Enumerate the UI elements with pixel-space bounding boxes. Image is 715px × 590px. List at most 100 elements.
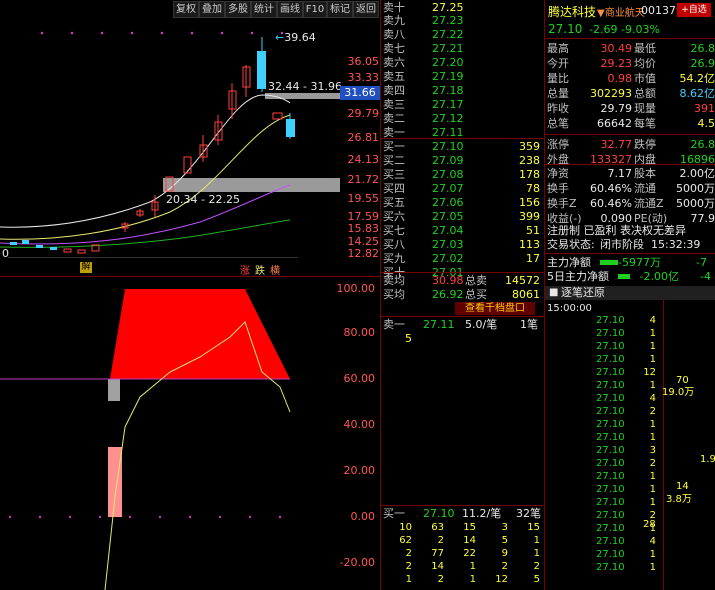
- quote-label: 总额: [634, 87, 656, 100]
- quote-divider-4: [545, 253, 715, 254]
- buy-queue-cell: 2: [405, 548, 412, 559]
- toolbar-button-huaxian[interactable]: 画线: [277, 1, 303, 18]
- event-marker-heng[interactable]: 横: [270, 262, 280, 277]
- quote-value: 26.8: [690, 138, 715, 151]
- tick-price: 27.10: [596, 406, 625, 417]
- view-depth-button[interactable]: 查看千档盘口: [455, 302, 535, 315]
- quote-label: 总量: [547, 87, 569, 100]
- tick-volume: 1: [649, 419, 656, 430]
- quote-value: 26.9: [690, 57, 715, 70]
- main-flow-value: -5977万: [618, 256, 661, 269]
- tick-volume: 1: [649, 562, 656, 573]
- quote-value: 30.49: [600, 42, 633, 55]
- quote-value: 26.8: [690, 42, 715, 55]
- tick-volume: 1: [649, 341, 656, 352]
- buy-queue-cell: 3: [501, 522, 508, 533]
- tick-volume: 12: [643, 367, 656, 378]
- stock-name[interactable]: 腾达科技: [548, 3, 596, 20]
- panel-divider-1: [380, 0, 381, 590]
- quote-value: 8.62亿: [679, 87, 715, 100]
- tick-big-amount-3: 1.9万: [700, 454, 715, 465]
- ma-line-yellow: [0, 114, 291, 240]
- event-marker-die[interactable]: 跌: [255, 262, 265, 277]
- tick-price: 27.10: [596, 341, 625, 352]
- buy-queue-cell: 5: [501, 535, 508, 546]
- main-flow-label: 主力净额: [547, 256, 591, 269]
- bid-avg-divider: [381, 272, 544, 273]
- quote-value: 302293: [590, 87, 632, 100]
- tick-price: 27.10: [596, 562, 625, 573]
- add-watchlist-button[interactable]: +自选: [677, 3, 711, 17]
- buy-queue-cell: 15: [463, 522, 476, 533]
- buy-queue-cell: 14: [463, 535, 476, 546]
- tick-title[interactable]: 逐笔还原: [561, 286, 605, 300]
- tick-price: 27.10: [596, 432, 625, 443]
- event-marker-jie[interactable]: 解: [80, 262, 92, 273]
- volume-strip: [8, 257, 298, 258]
- main-flow-5d-extra: -4: [700, 270, 711, 283]
- buy-queue-cell: 2: [501, 561, 508, 572]
- quote-value: 29.79: [600, 102, 633, 115]
- toolbar-button-fuquan[interactable]: 复权: [173, 1, 199, 18]
- kline-chart[interactable]: [0, 17, 380, 277]
- buy-queue-label: 买一: [383, 507, 405, 520]
- tick-volume: 4: [649, 393, 656, 404]
- buy-queue-cell: 14: [431, 561, 444, 572]
- buy-queue-cell: 1: [533, 535, 540, 546]
- buy-queue-cell: 1: [405, 574, 412, 585]
- tick-volume: 1: [649, 380, 656, 391]
- trade-status-label: 交易状态:: [547, 238, 595, 251]
- tick-volume: 4: [649, 536, 656, 547]
- indicator-chart[interactable]: [0, 277, 380, 590]
- quote-value: 391: [694, 102, 715, 115]
- registration-info: 注册制 已盈利 表决权无差异: [547, 224, 686, 237]
- tick-volume: 3: [649, 445, 656, 456]
- toolbar-button-fanhui[interactable]: 返回: [353, 1, 379, 18]
- queue-divider: [381, 316, 544, 317]
- buy-queue-cell: 2: [437, 535, 444, 546]
- buy-queue-cell: 77: [431, 548, 444, 559]
- toolbar-button-f10[interactable]: F10: [303, 1, 327, 18]
- quote-value: 60.46%: [590, 197, 632, 210]
- tick-price: 27.10: [596, 510, 625, 521]
- quote-divider-2: [545, 134, 715, 135]
- sell-queue-count: 1笔: [520, 318, 538, 331]
- quote-label: 市值: [634, 72, 656, 85]
- toolbar-button-biaoji[interactable]: 标记: [327, 1, 353, 18]
- quote-divider-3: [545, 164, 715, 165]
- price-change: -2.69: [589, 23, 618, 36]
- ma-line-green: [0, 219, 291, 248]
- buy-queue-cell: 2: [405, 561, 412, 572]
- industry-tag[interactable]: ▼商业航天: [597, 4, 645, 19]
- toolbar-button-tongji[interactable]: 统计: [251, 1, 277, 18]
- ma-line-white: [0, 94, 291, 228]
- event-marker-zhang[interactable]: 涨: [240, 262, 250, 277]
- square-icon: ■: [549, 287, 559, 298]
- quote-value: 29.23: [600, 57, 633, 70]
- ask-bid-divider: [381, 138, 544, 139]
- buy-queue-cell: 9: [501, 548, 508, 559]
- sell-queue-ratio: 5.0/笔: [465, 318, 498, 331]
- quote-value: 60.46%: [590, 182, 632, 195]
- main-flow-5d-bar: [618, 274, 630, 279]
- arrow-left-icon: ←: [275, 31, 285, 44]
- quote-value: 54.2亿: [679, 72, 715, 85]
- quote-label: 换手: [547, 182, 569, 195]
- quote-value: 5000万: [676, 197, 715, 210]
- quote-label: 现量: [634, 102, 656, 115]
- trade-status-value: 闭市阶段: [600, 238, 644, 251]
- quote-value: 7.17: [607, 167, 633, 180]
- toolbar-button-duogu[interactable]: 多股: [225, 1, 251, 18]
- current-price-tag: 31.66: [340, 86, 380, 100]
- buy-queue-cell: 1: [469, 574, 476, 585]
- tick-volume: 1: [649, 497, 656, 508]
- main-flow-5d-label: 5日主力净额: [547, 270, 609, 283]
- buy-queue-cell: 63: [431, 522, 444, 533]
- tick-volume: 1: [649, 354, 656, 365]
- tick-volume: 2: [649, 458, 656, 469]
- toolbar-button-diejia[interactable]: 叠加: [199, 1, 225, 18]
- quote-label: 涨停: [547, 138, 569, 151]
- sell-queue-item: 5: [405, 332, 412, 345]
- quote-label: 昨收: [547, 102, 569, 115]
- dotted-marker-row: [40, 31, 284, 35]
